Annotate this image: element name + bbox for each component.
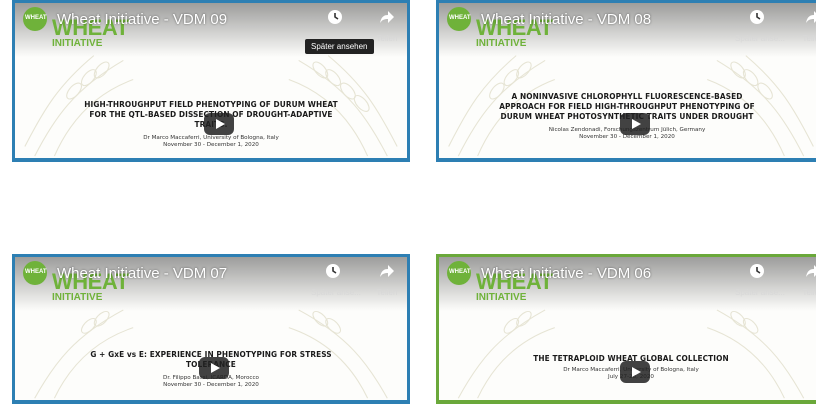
video-card-vdm07[interactable]: WHEAT WHEAT INITIATIVE Wheat Initiative … [12,254,410,404]
video-card-vdm09[interactable]: WHEAT WHEAT INITIATIVE Wheat Initiative … [12,0,410,162]
slide-author: Dr Marco Maccaferri, University of Bolog… [143,135,279,141]
play-button[interactable] [199,357,229,379]
watch-later-label: Später anse... [735,34,785,43]
share-icon [806,265,816,277]
watch-later-label: Später anse... [311,288,361,297]
slide-date: November 30 - December 1, 2020 [163,382,259,388]
video-title[interactable]: Wheat Initiative - VDM 07 [57,265,227,282]
share-button[interactable]: Teilen [799,9,816,43]
share-button[interactable]: Teilen [369,9,405,43]
video-title[interactable]: Wheat Initiative - VDM 09 [57,11,227,28]
share-icon [380,11,394,23]
watch-later-tooltip: Später ansehen [305,39,374,54]
channel-badge-text: WHEAT [449,269,471,275]
share-label: Teilen [376,34,398,43]
share-icon [806,11,816,23]
clock-icon [328,10,342,24]
video-title[interactable]: Wheat Initiative - VDM 08 [481,11,651,28]
video-card-vdm08[interactable]: WHEAT WHEAT INITIATIVE Wheat Initiative … [436,0,816,162]
video-title[interactable]: Wheat Initiative - VDM 06 [481,265,651,282]
logo-word-initiative: INITIATIVE [476,38,527,49]
share-button[interactable]: Teilen [799,263,816,297]
logo-word-initiative: INITIATIVE [52,292,103,303]
channel-badge-text: WHEAT [449,15,471,21]
slide-date: November 30 - December 1, 2020 [163,142,259,148]
channel-badge-text: WHEAT [25,269,47,275]
clock-icon [750,264,764,278]
logo-word-initiative: INITIATIVE [476,292,527,303]
share-icon [380,265,394,277]
slide-date: November 30 - December 1, 2020 [579,134,675,140]
share-label: Teilen [802,288,816,297]
play-button[interactable] [620,361,650,383]
watch-later-button[interactable]: Später anse... [735,9,785,43]
watch-later-label: Später anse... [735,288,785,297]
share-label: Teilen [802,34,816,43]
play-button[interactable] [620,113,650,135]
channel-badge-text: WHEAT [25,15,47,21]
clock-icon [326,264,340,278]
play-button[interactable] [204,113,234,135]
watch-later-button[interactable]: Später anse... [735,263,785,297]
watch-later-button[interactable] [325,9,345,30]
share-button[interactable]: Teilen [371,263,403,297]
video-card-vdm06[interactable]: WHEAT WHEAT INITIATIVE Wheat Initiative … [436,254,816,404]
logo-word-initiative: INITIATIVE [52,38,103,49]
clock-icon [750,10,764,24]
watch-later-button[interactable]: Später anse... [311,263,361,297]
share-label: Teilen [376,288,398,297]
